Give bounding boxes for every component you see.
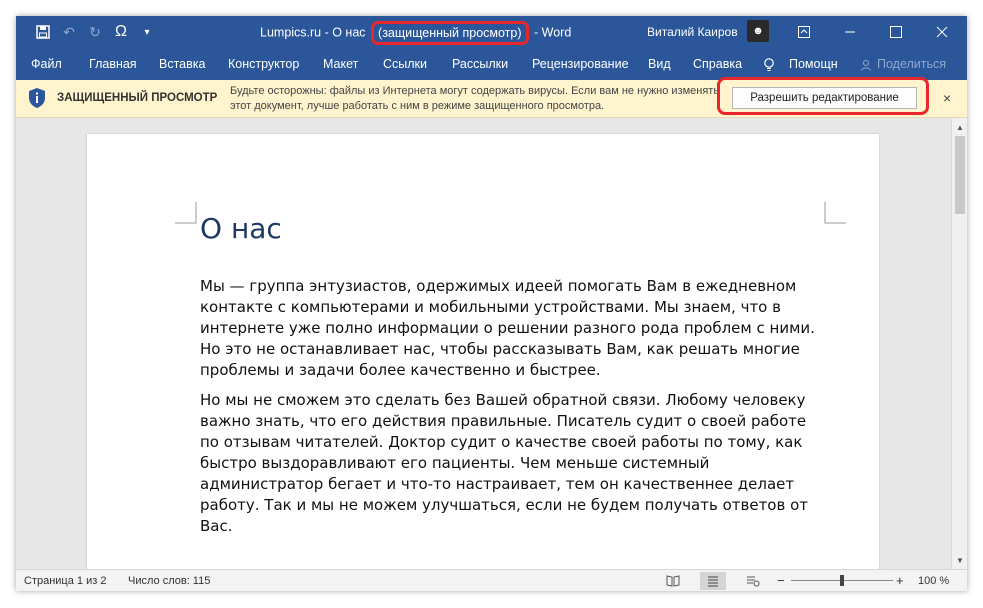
zoom-out-button[interactable]: − xyxy=(777,570,785,591)
close-icon[interactable] xyxy=(919,16,965,48)
title-bar: ↶ ↻ Ω ▾ Lumpics.ru - О нас (защищенный п… xyxy=(16,16,967,48)
crop-mark-left xyxy=(175,202,197,224)
redo-icon[interactable]: ↻ xyxy=(82,18,108,46)
protected-view-title: ЗАЩИЩЕННЫЙ ПРОСМОТР xyxy=(57,92,218,104)
protected-view-message: Будьте осторожны: файлы из Интернета мог… xyxy=(230,85,720,112)
tab-insert[interactable]: Вставка xyxy=(159,48,205,80)
document-name: Lumpics.ru - О нас xyxy=(260,25,366,40)
vertical-scrollbar[interactable]: ▲ ▼ xyxy=(951,118,967,569)
scroll-down-icon[interactable]: ▼ xyxy=(952,553,967,567)
scrollbar-thumb[interactable] xyxy=(955,136,965,214)
tab-references[interactable]: Ссылки xyxy=(383,48,427,80)
avatar[interactable]: ☻ xyxy=(747,20,769,42)
tab-layout[interactable]: Макет xyxy=(323,48,358,80)
shield-info-icon xyxy=(27,87,47,109)
page-count[interactable]: Страница 1 из 2 xyxy=(24,570,106,591)
maximize-icon[interactable] xyxy=(873,16,919,48)
zoom-level[interactable]: 100 % xyxy=(918,570,949,591)
app-name: - Word xyxy=(534,25,572,40)
zoom-slider-thumb[interactable] xyxy=(840,575,844,586)
crop-mark-right xyxy=(824,202,846,224)
document-area: О нас Мы — группа энтузиастов, одержимых… xyxy=(16,118,951,591)
share-button[interactable]: Поделиться xyxy=(877,48,946,80)
undo-icon[interactable]: ↶ xyxy=(56,18,82,46)
enable-editing-button[interactable]: Разрешить редактирование xyxy=(732,87,917,109)
word-count[interactable]: Число слов: 115 xyxy=(128,570,210,591)
save-icon[interactable] xyxy=(30,18,56,46)
tab-mailings[interactable]: Рассылки xyxy=(452,48,508,80)
ribbon-tabs: Файл Главная Вставка Конструктор Макет С… xyxy=(16,48,967,80)
paragraph-1: Мы — группа энтузиастов, одержимых идеей… xyxy=(200,277,815,379)
tab-home[interactable]: Главная xyxy=(89,48,137,80)
print-layout-icon[interactable] xyxy=(700,572,726,590)
minimize-icon[interactable] xyxy=(827,16,873,48)
quick-access-toolbar: ↶ ↻ Ω ▾ xyxy=(30,16,160,48)
tell-me-search[interactable]: Помощн xyxy=(789,48,838,80)
paragraph-2: Но мы не сможем это сделать без Вашей об… xyxy=(200,391,809,535)
tab-help[interactable]: Справка xyxy=(693,48,742,80)
tab-review[interactable]: Рецензирование xyxy=(532,48,629,80)
zoom-in-button[interactable]: + xyxy=(896,570,904,591)
document-page[interactable]: О нас Мы — группа энтузиастов, одержимых… xyxy=(87,134,879,591)
web-layout-icon[interactable] xyxy=(740,572,766,590)
tab-design[interactable]: Конструктор xyxy=(228,48,299,80)
tab-view[interactable]: Вид xyxy=(648,48,671,80)
tab-file[interactable]: Файл xyxy=(31,48,62,80)
protected-mode-label: (защищенный просмотр) xyxy=(371,20,529,45)
page-title: О нас xyxy=(200,212,282,245)
ribbon-display-options-icon[interactable] xyxy=(781,16,827,48)
lightbulb-icon[interactable] xyxy=(763,48,775,80)
word-window: ↶ ↻ Ω ▾ Lumpics.ru - О нас (защищенный п… xyxy=(16,16,967,591)
user-name[interactable]: Виталий Каиров xyxy=(647,16,738,48)
read-mode-icon[interactable] xyxy=(660,572,686,590)
scroll-up-icon[interactable]: ▲ xyxy=(952,120,967,134)
symbol-omega-button[interactable]: Ω xyxy=(108,18,134,46)
status-bar: Страница 1 из 2 Число слов: 115 − + 100 … xyxy=(16,569,967,591)
close-bar-icon[interactable]: × xyxy=(943,80,951,117)
share-icon[interactable] xyxy=(860,48,872,80)
customize-qat-icon[interactable]: ▾ xyxy=(134,18,160,46)
window-title: Lumpics.ru - О нас (защищенный просмотр)… xyxy=(260,16,571,48)
protected-view-bar: ЗАЩИЩЕННЫЙ ПРОСМОТР Будьте осторожны: фа… xyxy=(16,77,967,118)
